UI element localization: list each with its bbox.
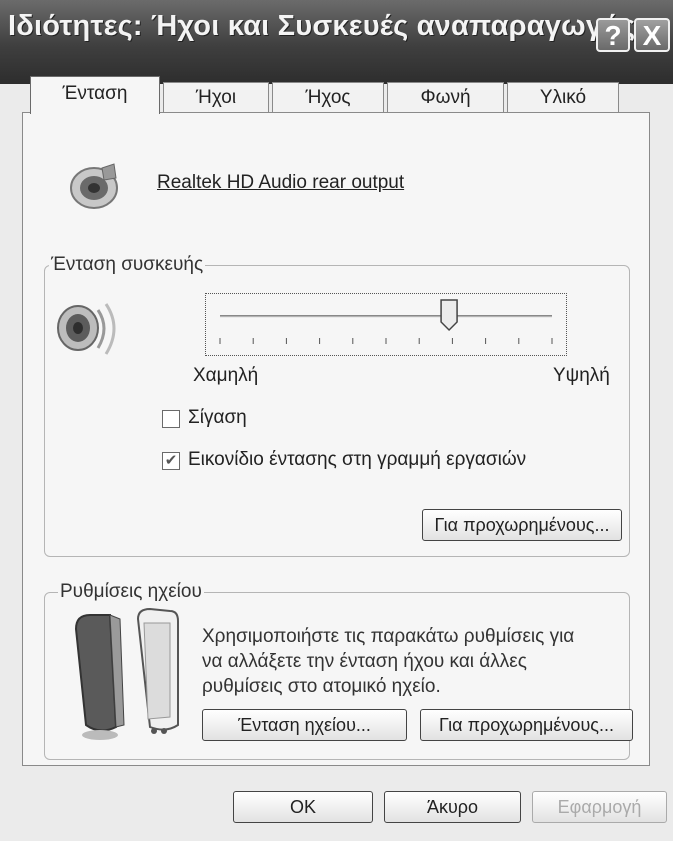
mute-label: Σίγαση — [188, 407, 247, 428]
mute-checkbox[interactable] — [162, 410, 180, 428]
speakers-icon — [74, 607, 179, 740]
advanced-volume-button[interactable]: Για προχωρημένους... — [422, 509, 622, 541]
device-volume-legend: Ένταση συσκευής — [49, 254, 206, 276]
speaker-volume-button[interactable]: Ένταση ηχείου... — [202, 709, 407, 741]
tab-hardware[interactable]: Υλικό — [507, 82, 619, 114]
volume-low-label: Χαμηλή — [193, 365, 259, 386]
tray-icon-checkbox[interactable]: ✔ — [162, 452, 180, 470]
speaker-settings-icon — [70, 163, 118, 209]
speaker-settings-description: Χρησιμοποιήστε τις παρακάτω ρυθμίσεις γι… — [202, 624, 622, 699]
speaker-settings-legend: Ρυθμίσεις ηχείου — [58, 581, 204, 603]
device-name-link[interactable]: Realtek HD Audio rear output — [157, 172, 404, 194]
cancel-button[interactable]: Άκυρο — [384, 791, 521, 823]
ok-button[interactable]: OK — [233, 791, 373, 823]
window-title: Ιδιότητες: Ήχοι και Συσκευές αναπαραγωγή… — [8, 10, 636, 42]
tray-icon-label: Εικονίδιο έντασης στη γραμμή εργασιών — [188, 449, 527, 470]
tab-sounds[interactable]: Ήχοι — [163, 82, 269, 114]
close-button[interactable]: X — [634, 18, 670, 52]
speaker-icon — [57, 303, 116, 355]
volume-high-label: Υψηλή — [553, 365, 610, 386]
description-line: ρυθμίσεις στο ατομικό ηχείο. — [202, 676, 441, 697]
slider-thumb[interactable] — [440, 299, 458, 332]
speaker-advanced-button[interactable]: Για προχωρημένους... — [420, 709, 633, 741]
tab-volume[interactable]: Ένταση — [30, 76, 160, 114]
description-line: να αλλάξετε την ένταση ήχου και άλλες — [202, 651, 527, 672]
tab-sound[interactable]: Ήχος — [272, 82, 384, 114]
description-line: Χρησιμοποιήστε τις παρακάτω ρυθμίσεις γι… — [202, 626, 575, 647]
tab-voice[interactable]: Φωνή — [387, 82, 504, 114]
volume-slider[interactable] — [205, 293, 567, 356]
apply-button[interactable]: Εφαρμογή — [532, 791, 667, 823]
help-button[interactable]: ? — [596, 18, 630, 52]
